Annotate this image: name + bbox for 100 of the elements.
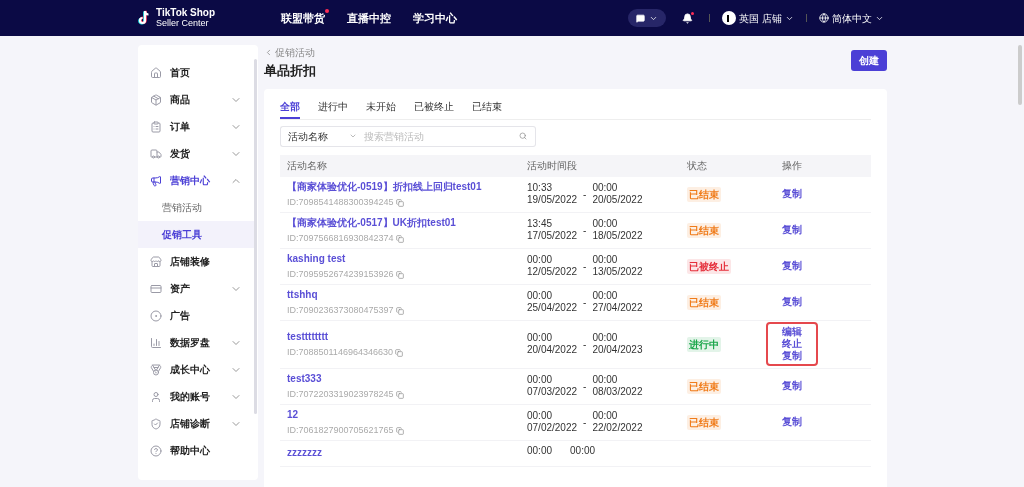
action-link[interactable]: 复制 <box>782 296 802 308</box>
bell-button[interactable] <box>682 12 694 24</box>
sidebar-item[interactable]: 广告 <box>138 302 254 329</box>
submenu-item[interactable]: 促销工具 <box>138 221 254 248</box>
activity-name-link[interactable]: ttshhq <box>287 286 513 302</box>
copy-icon[interactable] <box>395 234 404 243</box>
sidebar-item[interactable]: 帮助中心 <box>138 437 254 464</box>
sidebar-item[interactable]: 资产 <box>138 275 254 302</box>
dash-separator: - <box>583 223 587 238</box>
nav-link[interactable]: 直播中控 <box>347 9 392 27</box>
sidebar-item[interactable]: 商品 <box>138 86 254 113</box>
copy-icon[interactable] <box>395 426 404 435</box>
end-date: 13/05/2022 <box>592 266 643 278</box>
action-link[interactable]: 终止 <box>782 338 802 350</box>
sidebar-item[interactable]: 我的账号 <box>138 383 254 410</box>
activity-name-link[interactable]: 【商家体验优化-0519】折扣线上回归test01 <box>287 178 513 194</box>
tab[interactable]: 进行中 <box>318 98 348 119</box>
column-header: 状态 <box>680 154 775 177</box>
logo-title: TikTok Shop <box>156 8 216 18</box>
start-time: 00:00 <box>527 410 554 422</box>
start-time: 10:33 <box>527 182 554 194</box>
dash-separator: - <box>583 295 587 310</box>
start-time: 00:00 <box>527 254 554 266</box>
sidebar-item[interactable]: 发货 <box>138 140 254 167</box>
copy-icon[interactable] <box>395 270 404 279</box>
activity-name-link[interactable]: testttttttt <box>287 328 513 344</box>
submenu-item[interactable]: 营销活动 <box>138 194 254 221</box>
end-time: 00:00 <box>592 290 619 302</box>
globe-icon <box>819 13 829 23</box>
end-time: 00:00 <box>592 332 619 344</box>
action-link[interactable]: 复制 <box>782 224 802 236</box>
sidebar-item[interactable]: 成长中心 <box>138 356 254 383</box>
tab[interactable]: 未开始 <box>366 98 396 119</box>
sidebar-item[interactable]: 营销中心 <box>138 167 254 194</box>
column-header: 活动名称 <box>280 154 520 177</box>
menu-label: 订单 <box>170 120 191 134</box>
action-link[interactable]: 复制 <box>782 380 802 392</box>
language-selector[interactable]: 简体中文 <box>819 10 884 26</box>
menu-label: 店铺诊断 <box>170 417 211 431</box>
activity-id: ID:7098541488300394245 <box>287 195 394 209</box>
start-date: 17/05/2022 <box>527 230 578 242</box>
medal-icon <box>150 363 162 376</box>
start-time: 00:00 <box>527 290 554 302</box>
column-header: 操作 <box>775 154 871 177</box>
activity-name-link[interactable]: zzzzzzz <box>287 444 513 460</box>
action-link[interactable]: 复制 <box>782 188 802 200</box>
status-tag: 已结束 <box>689 294 719 310</box>
status-tag: 已结束 <box>689 186 719 202</box>
megaphone-icon <box>150 174 162 187</box>
store-selector[interactable]: 英国 店铺 <box>722 10 794 26</box>
circle-icon <box>150 309 162 322</box>
tab[interactable]: 全部 <box>280 98 300 119</box>
sidebar-item[interactable]: 店铺装修 <box>138 248 254 275</box>
sidebar-item[interactable]: 店铺诊断 <box>138 410 254 437</box>
dash-separator: - <box>583 187 587 202</box>
status-tag: 已结束 <box>689 222 719 238</box>
nav-link[interactable]: 学习中心 <box>413 9 458 27</box>
page-scrollbar <box>1018 45 1022 105</box>
end-date: 20/04/2023 <box>592 344 643 356</box>
tab[interactable]: 已被终止 <box>414 98 454 119</box>
sidebar-item[interactable]: 数据罗盘 <box>138 329 254 356</box>
nav-link[interactable]: 联盟带货 <box>281 9 326 27</box>
end-date: 20/05/2022 <box>592 194 643 206</box>
action-link[interactable]: 复制 <box>782 350 802 362</box>
column-header: 活动时间段 <box>520 154 680 177</box>
action-link[interactable]: 复制 <box>782 260 802 272</box>
menu-label: 数据罗盘 <box>170 336 211 350</box>
chat-button[interactable] <box>628 9 667 27</box>
sidebar-item[interactable]: 首页 <box>138 59 254 86</box>
activity-name-link[interactable]: 12 <box>287 406 513 422</box>
copy-icon[interactable] <box>395 306 404 315</box>
create-button[interactable]: 创建 <box>851 50 887 71</box>
end-date: 08/03/2022 <box>592 386 643 398</box>
start-date: 20/04/2022 <box>527 344 578 356</box>
menu-label: 资产 <box>170 282 191 296</box>
truck-icon <box>150 147 162 160</box>
card-icon <box>150 282 162 295</box>
copy-icon[interactable] <box>395 198 404 207</box>
sidebar-item[interactable]: 订单 <box>138 113 254 140</box>
status-tag: 已被终止 <box>689 258 729 274</box>
activity-name-link[interactable]: test333 <box>287 370 513 386</box>
status-tag: 已结束 <box>689 414 719 430</box>
action-link[interactable]: 复制 <box>782 416 802 428</box>
start-time: 00:00 <box>527 444 553 457</box>
person-icon <box>150 390 162 403</box>
dash-separator: - <box>583 379 587 394</box>
activity-name-link[interactable]: 【商家体验优化-0517】UK折扣test01 <box>287 214 513 230</box>
bar-chart-icon <box>150 336 162 349</box>
end-date: 22/02/2022 <box>592 422 643 434</box>
start-time: 00:00 <box>527 332 554 344</box>
activity-id: ID:7090236373080475397 <box>287 303 394 317</box>
back-link[interactable]: 促销活动 <box>264 45 316 60</box>
action-link[interactable]: 编辑 <box>782 326 802 338</box>
activity-name-link[interactable]: kashing test <box>287 250 513 266</box>
tab[interactable]: 已结束 <box>472 98 502 119</box>
copy-icon[interactable] <box>395 390 404 399</box>
note-logo-icon <box>138 10 152 26</box>
start-time: 00:00 <box>527 374 554 386</box>
help-icon <box>150 444 162 457</box>
copy-icon[interactable] <box>394 348 403 357</box>
